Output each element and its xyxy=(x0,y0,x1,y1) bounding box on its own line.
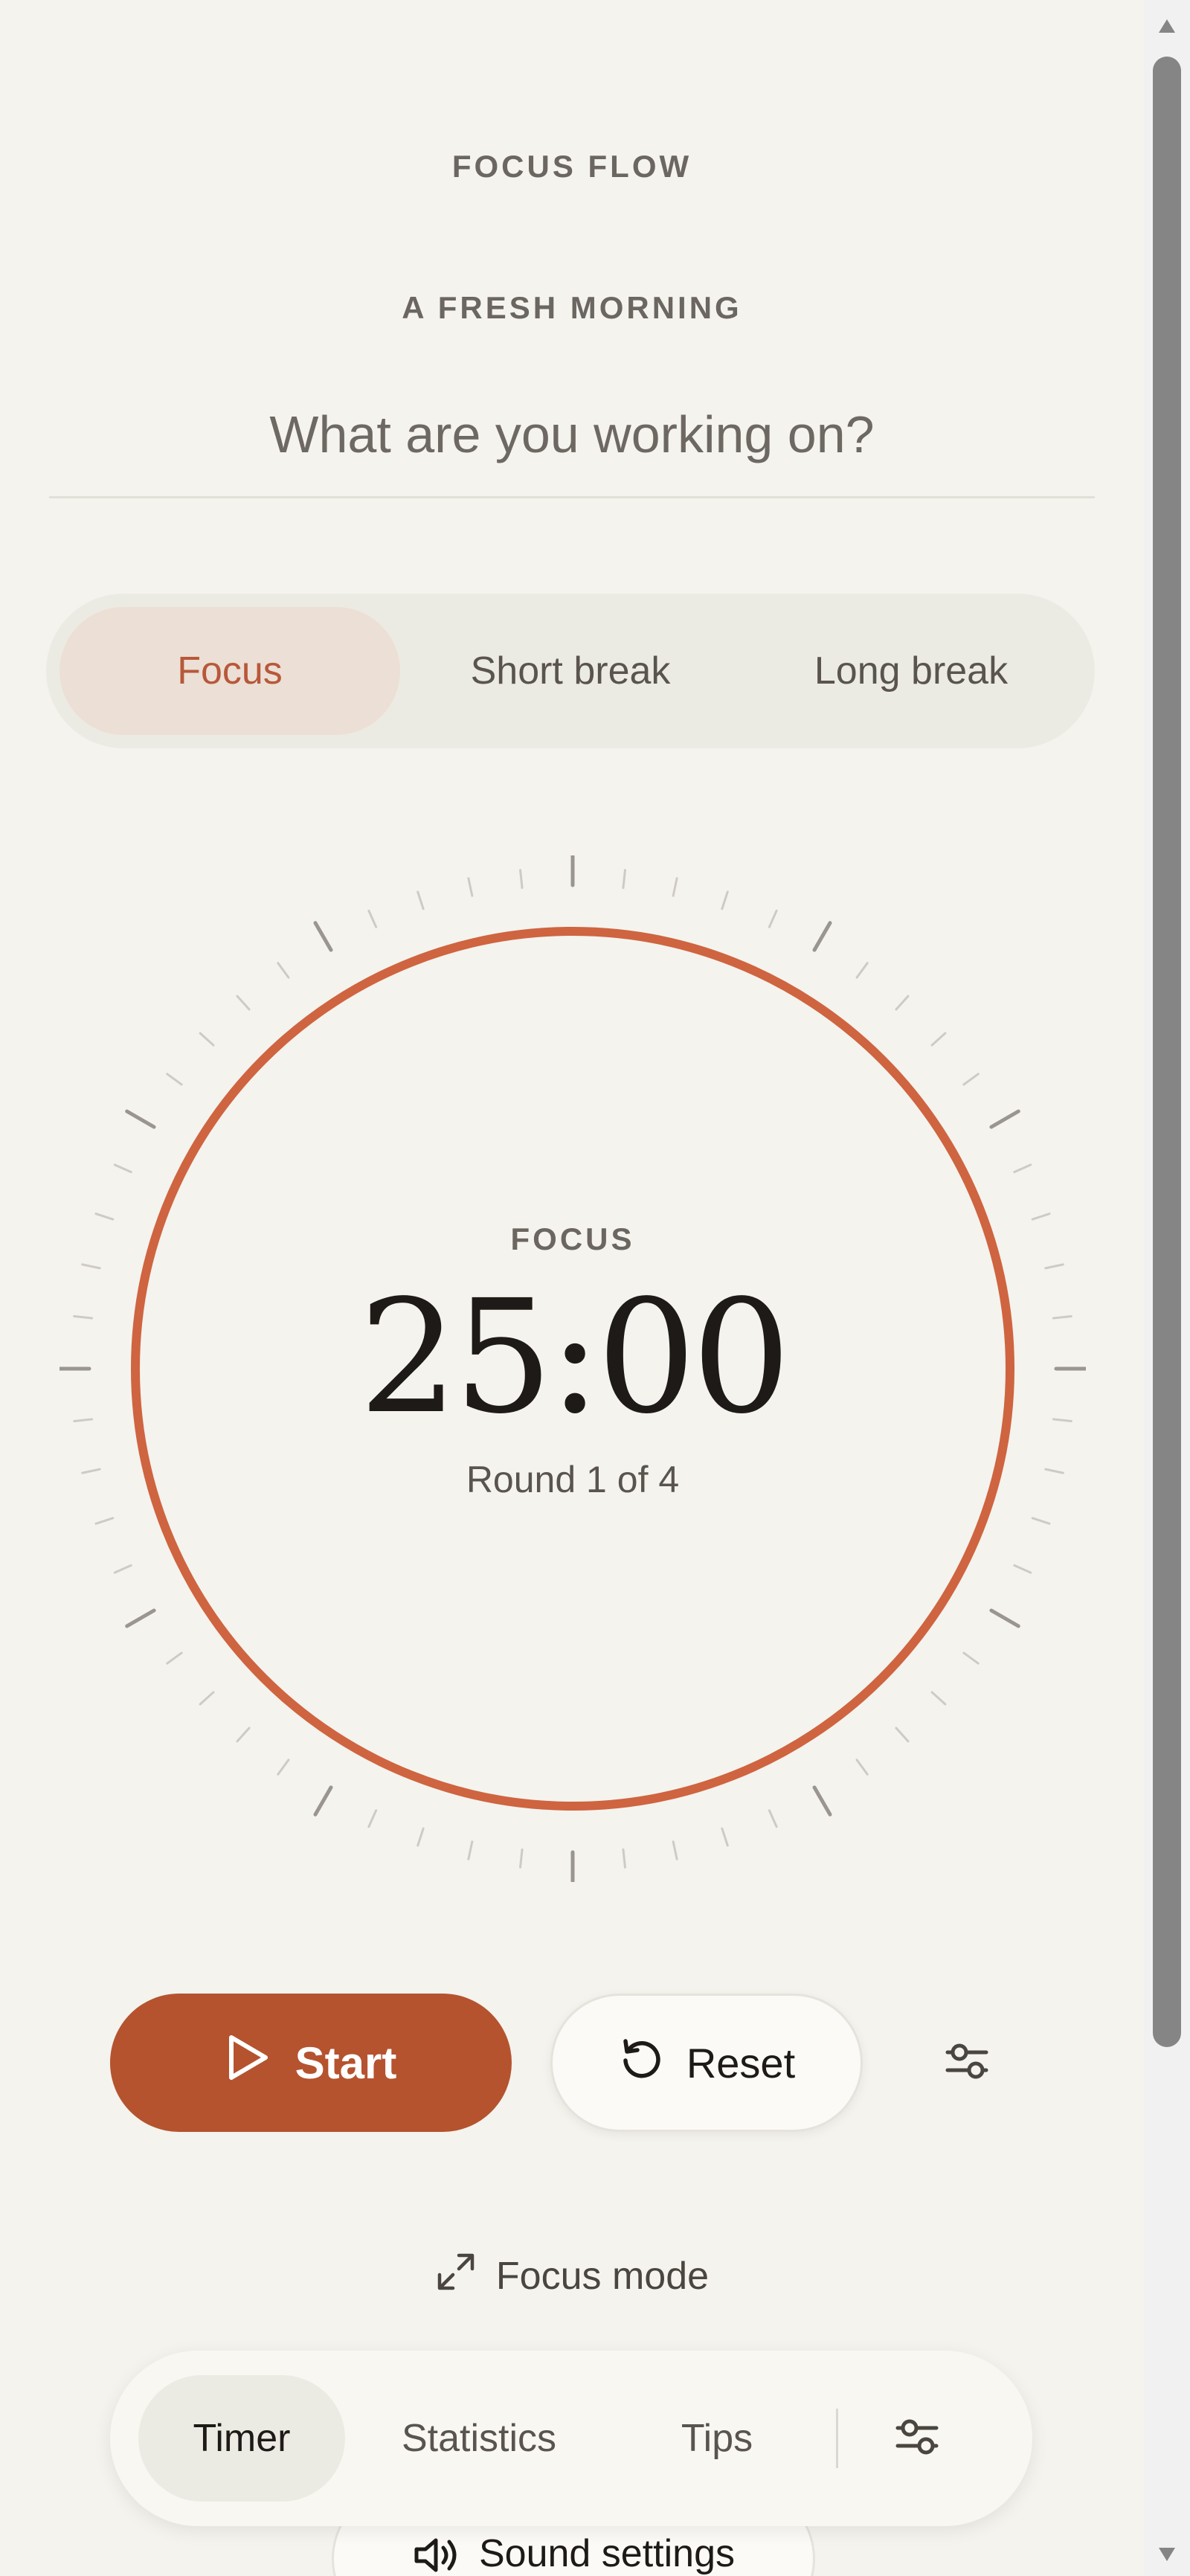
focus-timer-app: FOCUS FLOW A FRESH MORNING Focus Short b… xyxy=(0,0,1144,2576)
start-button[interactable]: Start xyxy=(110,1994,512,2132)
tab-long-break[interactable]: Long break xyxy=(741,607,1081,735)
sliders-icon xyxy=(893,2413,941,2464)
reset-label: Reset xyxy=(686,2039,796,2087)
phase-label: FOCUS xyxy=(510,1221,635,1256)
task-input[interactable] xyxy=(49,372,1095,498)
sound-settings-label: Sound settings xyxy=(478,2532,736,2575)
tab-focus[interactable]: Focus xyxy=(60,607,400,735)
expand-icon xyxy=(435,2251,477,2302)
speaker-icon xyxy=(412,2531,460,2576)
focus-mode-label: Focus mode xyxy=(495,2255,710,2298)
time-display: 25:00 xyxy=(358,1266,791,1448)
nav-statistics[interactable]: Statistics xyxy=(345,2375,613,2502)
sliders-icon xyxy=(943,2037,991,2089)
scroll-down-arrow-icon[interactable] xyxy=(1157,2545,1177,2564)
greeting: A FRESH MORNING xyxy=(402,290,742,325)
timer-settings-button[interactable] xyxy=(930,2026,1004,2100)
scrollbar[interactable] xyxy=(1144,0,1190,2576)
reset-button[interactable]: Reset xyxy=(550,1994,863,2132)
nav-timer[interactable]: Timer xyxy=(138,2375,345,2502)
tab-short-break[interactable]: Short break xyxy=(400,607,741,735)
nav-settings-button[interactable] xyxy=(880,2401,954,2476)
timer-controls: Start Reset xyxy=(0,1994,1144,2135)
focus-mode-toggle[interactable]: Focus mode xyxy=(0,2239,1144,2313)
scroll-thumb[interactable] xyxy=(1153,57,1181,2047)
scroll-up-arrow-icon[interactable] xyxy=(1157,16,1177,36)
app-brand: FOCUS FLOW xyxy=(451,149,692,184)
reset-icon xyxy=(618,2035,664,2091)
nav-divider xyxy=(836,2409,838,2468)
mode-tabs: Focus Short break Long break xyxy=(46,594,1095,748)
timer-readout: FOCUS 25:00 Round 1 of 4 xyxy=(60,855,1086,1882)
start-label: Start xyxy=(295,2037,397,2088)
play-icon xyxy=(225,2034,270,2092)
nav-tips[interactable]: Tips xyxy=(613,2375,821,2502)
bottom-nav: Timer Statistics Tips xyxy=(110,2351,1032,2526)
round-counter: Round 1 of 4 xyxy=(466,1459,680,1500)
